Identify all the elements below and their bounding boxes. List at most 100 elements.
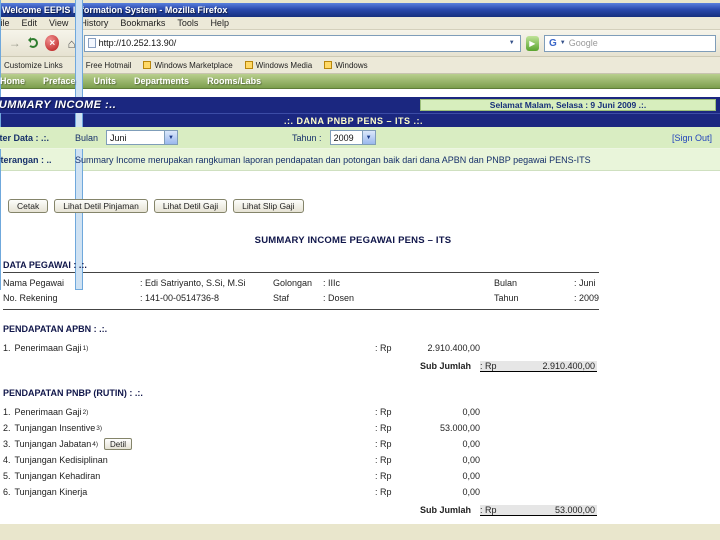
bookmark-windows-marketplace[interactable]: Windows Marketplace <box>143 61 233 70</box>
action-buttons: Cetak Lihat Detil Pinjaman Lihat Detil G… <box>8 199 720 213</box>
field-label: Staf <box>272 293 289 303</box>
keterangan-label: Keterangan : .. <box>0 154 52 165</box>
income-row: 2. Tunjangan Insentive 3) : Rp 53.000,00 <box>3 420 599 436</box>
bookmark-label: Free Hotmail <box>85 60 132 70</box>
field-value: : 2009 <box>573 293 599 303</box>
lihat-detil-gaji-button[interactable]: Lihat Detil Gaji <box>153 199 228 213</box>
data-pegawai-rows: Nama Pegawai : Edi Satriyanto, S.Si, M.S… <box>3 275 599 307</box>
row-number: 1. <box>3 343 11 353</box>
page-title: SUMMARY INCOME :.. <box>0 99 117 111</box>
detil-button[interactable]: Detil <box>104 438 133 450</box>
bulan-select[interactable]: Juni ▼ <box>106 130 179 145</box>
bulan-value: Juni <box>110 132 127 143</box>
row-label: Tunjangan Insentive <box>14 423 96 433</box>
nav-item-home[interactable]: Home <box>0 76 34 86</box>
keterangan-text: Summary Income merupakan rangkuman lapor… <box>75 154 591 165</box>
bookmark-icon <box>143 61 152 69</box>
nav-item-units[interactable]: Units <box>85 76 126 86</box>
income-row: 6. Tunjangan Kinerja : Rp 0,00 <box>3 484 599 500</box>
row-amount: 0,00 <box>462 439 480 449</box>
row-label: Tunjangan Kedisiplinan <box>14 455 108 465</box>
row-label: Penerimaan Gaji <box>14 343 82 353</box>
row-amount: 53.000,00 <box>439 423 480 433</box>
lihat-detil-pinjaman-button[interactable]: Lihat Detil Pinjaman <box>54 199 148 213</box>
rp-prefix: : Rp <box>375 455 392 465</box>
go-button[interactable]: ▶ <box>525 35 539 51</box>
row-label: Tunjangan Jabatan <box>14 439 92 449</box>
row-number: 3. <box>3 439 11 449</box>
field-nama-pegawai: Nama Pegawai : Edi Satriyanto, S.Si, M.S… <box>3 278 273 288</box>
income-row: 1. Penerimaan Gaji 1) : Rp 2.910.400,00 <box>3 340 599 356</box>
row-amount: 2.910.400,00 <box>427 343 480 353</box>
rp-prefix: : Rp <box>375 439 392 449</box>
row-label: Penerimaan Gaji <box>14 407 82 417</box>
search-input[interactable]: G ▼ Google <box>544 34 716 52</box>
browser-window: Welcome EEPIS Information System - Mozil… <box>0 0 720 524</box>
field-bulan: Bulan : Juni <box>494 278 599 288</box>
row-amount: 0,00 <box>462 455 480 465</box>
field-no-rekening: No. Rekening : 141-00-0514736-8 <box>3 293 273 303</box>
go-icon: ▶ <box>529 38 536 48</box>
menu-tools[interactable]: Tools <box>171 18 204 28</box>
row-number: 2. <box>3 423 11 433</box>
apbn-heading: PENDAPATAN APBN : .:. <box>3 324 108 334</box>
footnote-marker: 1) <box>82 344 89 352</box>
filter-label: Filter Data : .:. <box>0 132 50 143</box>
section-pnbp: PENDAPATAN PNBP (RUTIN) : .:. 1. Penerim… <box>3 388 599 518</box>
nav-item-rooms-labs[interactable]: Rooms/Labs <box>198 76 270 86</box>
divider <box>3 309 599 310</box>
row-number: 6. <box>3 487 11 497</box>
row-number: 5. <box>3 471 11 481</box>
page-header: SUMMARY INCOME :.. Selamat Malam, Selasa… <box>0 97 720 113</box>
field-label: Nama Pegawai <box>3 278 65 288</box>
select-arrow-icon: ▼ <box>361 131 375 144</box>
nav-item-preface[interactable]: Preface <box>34 76 85 86</box>
menu-help[interactable]: Help <box>204 18 235 28</box>
field-golongan: Golongan : IIIc <box>273 278 494 288</box>
field-value: : IIIc <box>322 278 340 288</box>
search-engine-dropdown-icon[interactable]: ▼ <box>560 40 566 46</box>
row-number: 4. <box>3 455 11 465</box>
report-table: DATA PEGAWAI : .:. Nama Pegawai : Edi Sa… <box>3 260 599 518</box>
bookmark-icon <box>244 61 253 69</box>
bookmark-label: Customize Links <box>4 60 63 70</box>
bookmark-icon <box>324 61 333 69</box>
field-label: Bulan <box>493 278 517 288</box>
select-arrow-icon: ▼ <box>164 131 178 144</box>
row-amount: 0,00 <box>462 471 480 481</box>
footnote-marker: 2) <box>82 408 89 416</box>
field-value: : 141-00-0514736-8 <box>140 293 220 303</box>
subtotal-label: Sub Jumlah <box>420 361 472 371</box>
lihat-slip-gaji-button[interactable]: Lihat Slip Gaji <box>233 199 304 213</box>
nav-item-departments[interactable]: Departments <box>125 76 198 86</box>
tahun-value: 2009 <box>333 132 354 143</box>
bookmark-windows-media[interactable]: Windows Media <box>244 60 313 70</box>
row-amount: 0,00 <box>462 487 480 497</box>
subtotal-amount: 53.000,00 <box>554 504 595 515</box>
rp-prefix: : Rp <box>375 423 392 433</box>
subtotal-amount: 2.910.400,00 <box>542 360 595 371</box>
row-label: Tunjangan Kinerja <box>14 487 88 497</box>
bookmark-label: Windows Media <box>255 60 313 70</box>
web-page: Home Preface Units Departments Rooms/Lab… <box>0 74 720 524</box>
row-amount: 0,00 <box>462 407 480 417</box>
rp-prefix: : Rp <box>480 360 497 371</box>
field-value: : Dosen <box>322 293 354 303</box>
rp-prefix: : Rp <box>375 407 392 417</box>
income-row: 5. Tunjangan Kehadiran : Rp 0,00 <box>3 468 599 484</box>
filter-row: Filter Data : .:. Bulan Juni ▼ Tahun : 2… <box>0 127 720 149</box>
pnbp-heading: PENDAPATAN PNBP (RUTIN) : .:. <box>3 388 143 398</box>
bookmark-label: Windows <box>335 60 368 70</box>
rp-prefix: : Rp <box>375 487 392 497</box>
address-bar[interactable]: http://10.252.13.90/ ▼ <box>83 34 521 52</box>
tahun-select[interactable]: 2009 ▼ <box>329 130 376 145</box>
bookmark-windows[interactable]: Windows <box>324 60 368 70</box>
footnote-marker: 4) <box>92 440 99 448</box>
pnbp-subtotal-row: Sub Jumlah : Rp 53.000,00 <box>420 502 599 518</box>
cetak-button[interactable]: Cetak <box>8 199 49 213</box>
subtotal-label: Sub Jumlah <box>420 505 472 515</box>
rp-prefix: : Rp <box>375 343 392 353</box>
google-icon: G <box>549 37 557 49</box>
sign-out-link[interactable]: [Sign Out] <box>672 133 712 143</box>
url-dropdown-icon[interactable]: ▼ <box>507 40 517 46</box>
